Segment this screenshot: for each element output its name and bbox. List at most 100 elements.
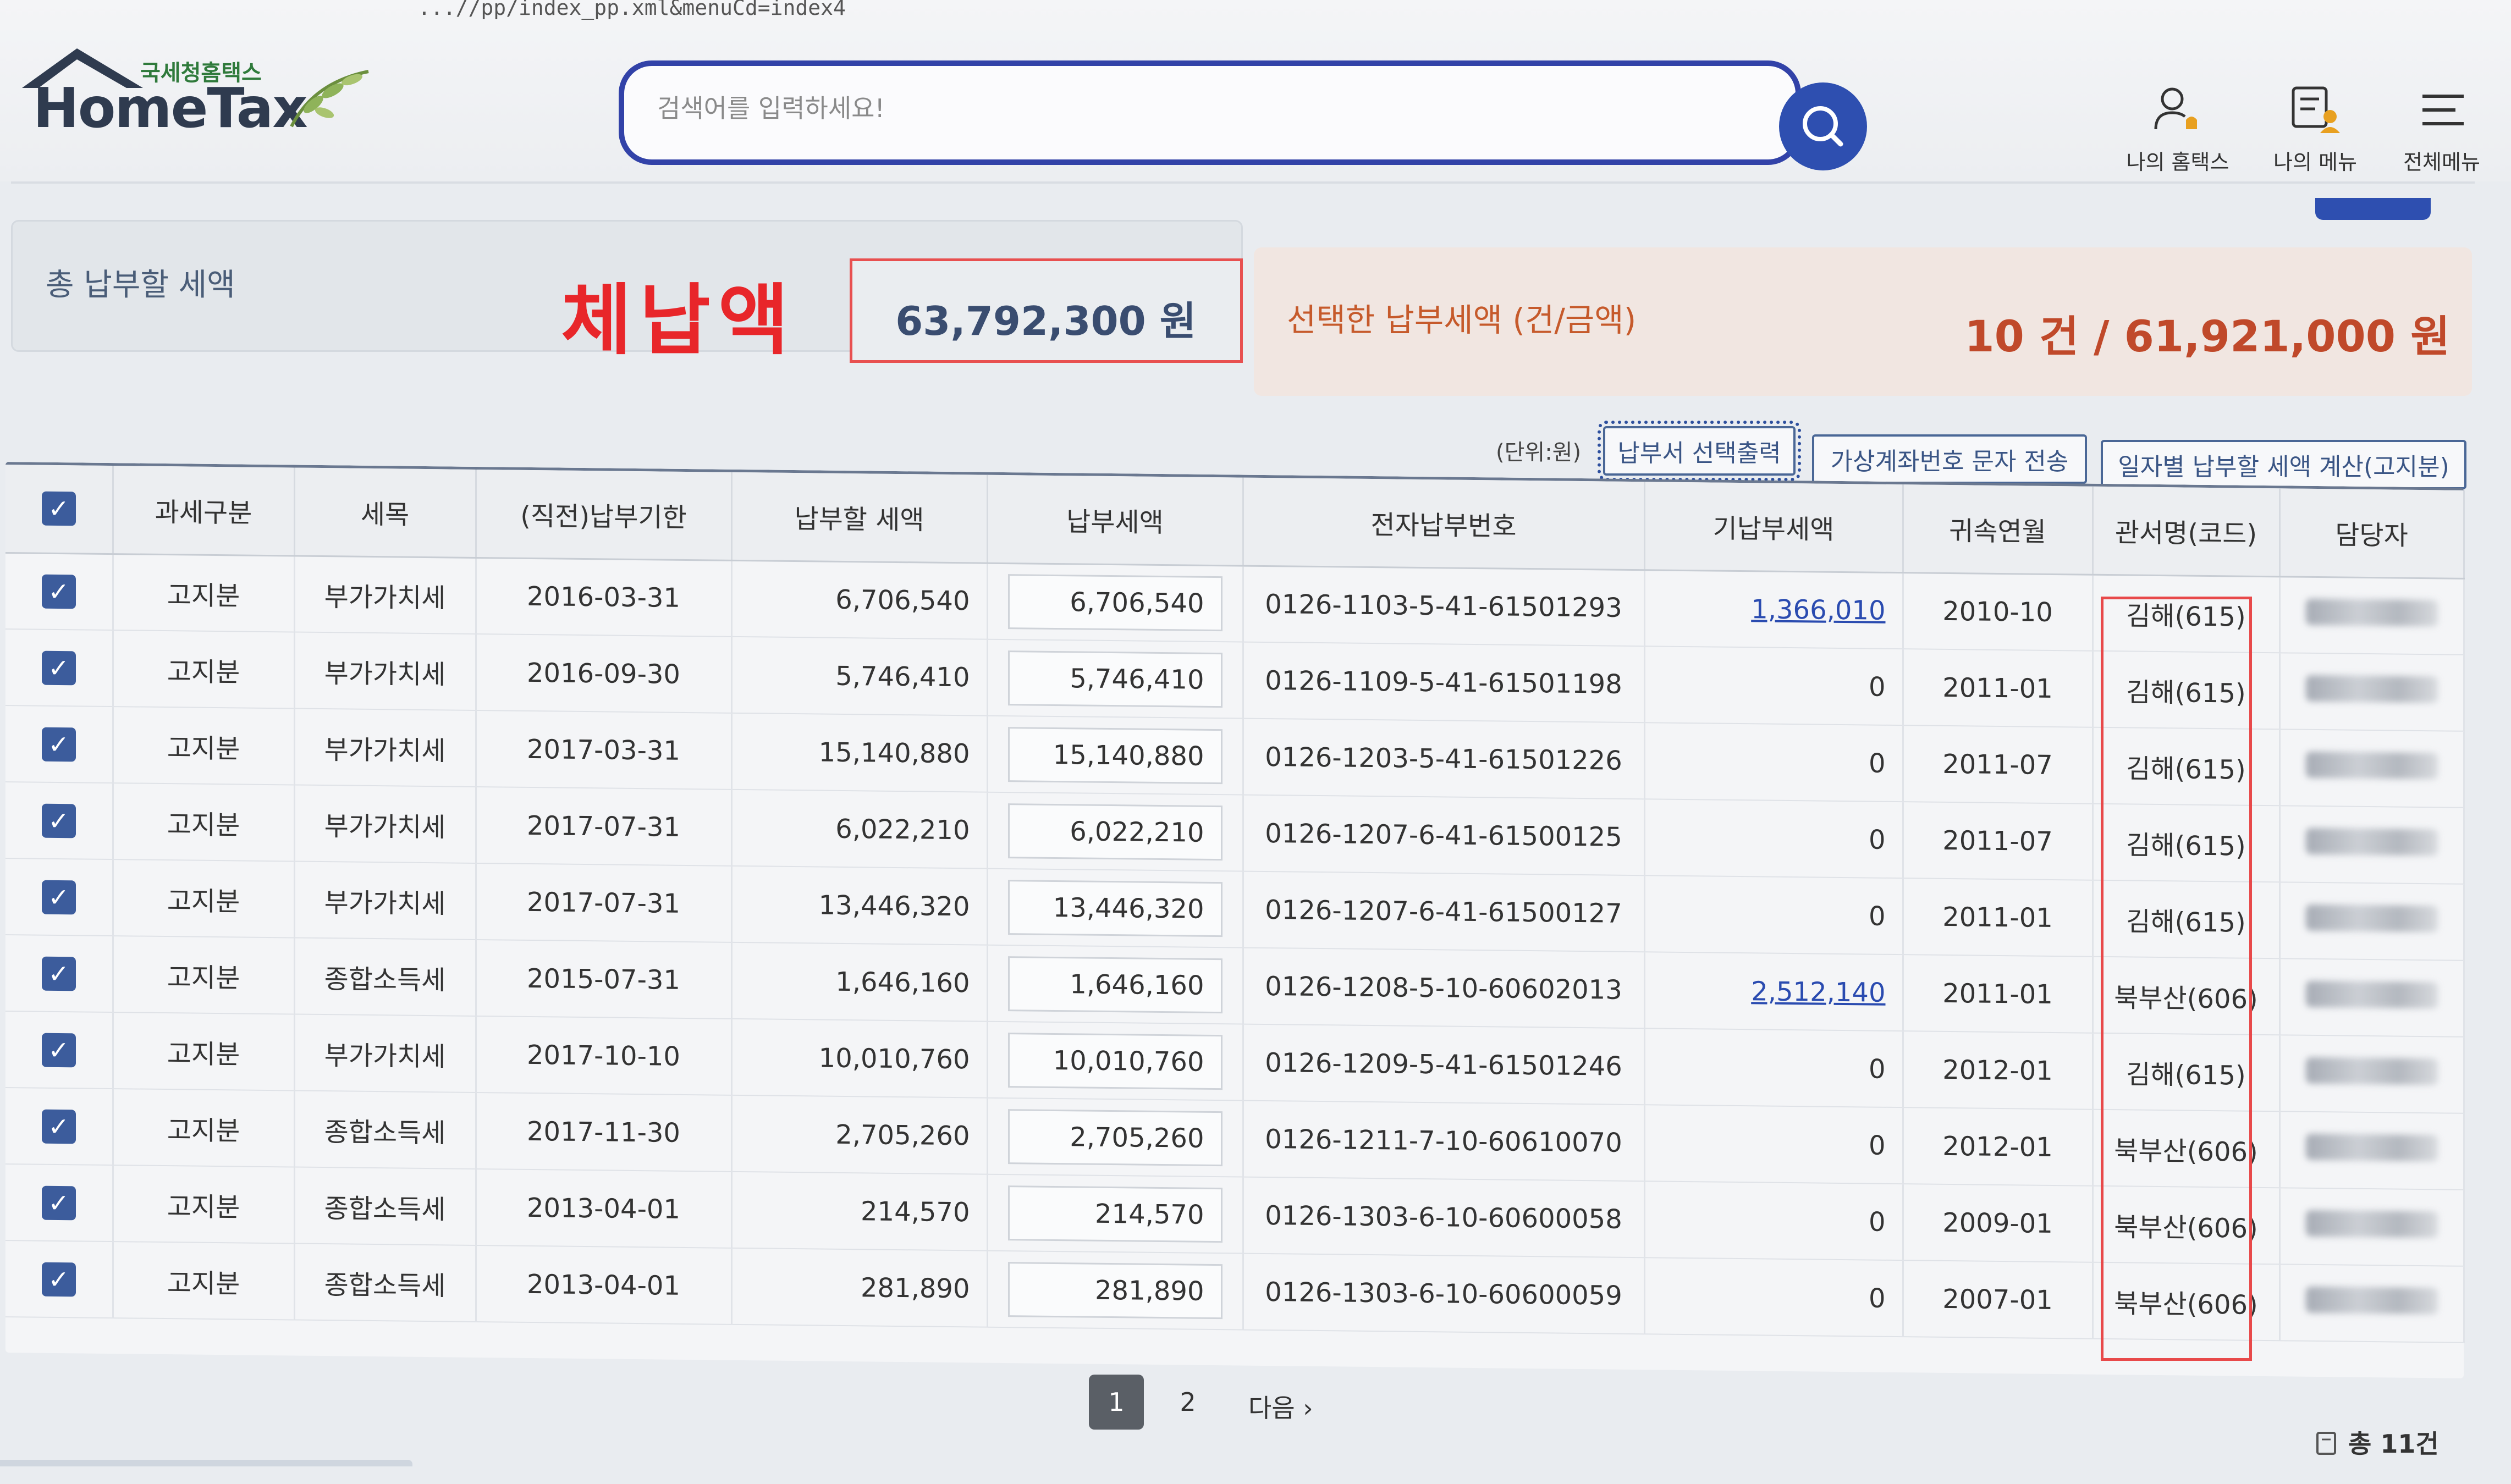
select-all-header[interactable]: ✓: [5, 465, 113, 554]
next-page-link[interactable]: 다음 ›: [1248, 1388, 1313, 1425]
row-checkbox[interactable]: ✓: [41, 1033, 76, 1067]
manager-cell: [2279, 958, 2464, 1037]
redacted-manager-name: [2305, 1133, 2438, 1161]
due-date-cell: 2017-11-30: [476, 1092, 731, 1172]
daily-tax-calc-button[interactable]: 일자별 납부할 세액 계산(고지분): [2101, 440, 2466, 489]
hometax-logo[interactable]: 국세청홈택스 HomeTax: [16, 44, 379, 140]
payment-amount-field[interactable]: 214,570: [1007, 1185, 1223, 1243]
row-checkbox[interactable]: ✓: [41, 727, 76, 762]
row-select-cell[interactable]: ✓: [5, 553, 113, 631]
prepaid-amount: 0: [1868, 747, 1886, 779]
prepaid-amount-link[interactable]: 2,512,140: [1751, 976, 1885, 1008]
redacted-manager-name: [2305, 904, 2438, 932]
redacted-manager-name: [2305, 827, 2438, 856]
payment-amount-cell: 13,446,320: [987, 868, 1243, 948]
payment-amount-field[interactable]: 281,890: [1007, 1261, 1223, 1319]
amount-due-cell: 281,890: [731, 1248, 987, 1327]
menu-label-my-menu: 나의 메뉴: [2273, 150, 2357, 174]
period-cell: 2011-01: [1903, 878, 2092, 957]
payment-amount-cell: 15,140,880: [987, 715, 1243, 795]
payment-amount-cell: 281,890: [987, 1250, 1243, 1330]
period-cell: 2009-01: [1903, 1184, 2092, 1262]
row-select-cell[interactable]: ✓: [5, 1240, 113, 1319]
payment-amount-field[interactable]: 6,022,210: [1007, 803, 1223, 860]
epay-number-cell: 0126-1303-6-10-60600059: [1243, 1253, 1644, 1334]
payment-amount-field[interactable]: 10,010,760: [1007, 1032, 1223, 1090]
all-menu[interactable]: 전체메뉴: [2381, 82, 2502, 175]
bottom-scroll-bar[interactable]: [0, 1460, 412, 1466]
header-active-tab-indicator: [2315, 198, 2431, 220]
row-checkbox[interactable]: ✓: [41, 1262, 76, 1297]
amount-due-cell: 15,140,880: [731, 713, 987, 792]
prepaid-amount: 0: [1868, 900, 1886, 932]
payment-amount-field[interactable]: 1,646,160: [1007, 956, 1223, 1013]
tax-type-cell: 고지분: [113, 554, 294, 632]
row-checkbox[interactable]: ✓: [41, 880, 76, 914]
tax-item-cell: 부가가치세: [294, 555, 476, 634]
col-header: 세목: [294, 467, 476, 558]
print-selected-button[interactable]: 납부서 선택출력: [1598, 421, 1801, 481]
row-select-cell[interactable]: ✓: [5, 858, 113, 936]
tax-item-cell: 종합소득세: [294, 1167, 476, 1245]
my-hometax-menu[interactable]: 나의 홈택스: [2117, 82, 2238, 175]
row-checkbox[interactable]: ✓: [41, 574, 76, 609]
prepaid-cell: 1,366,010: [1644, 570, 1903, 649]
page-button-2[interactable]: 2: [1160, 1375, 1215, 1430]
overdue-amount-box: 63,792,300 원: [850, 258, 1243, 363]
row-select-cell[interactable]: ✓: [5, 1088, 113, 1166]
row-checkbox[interactable]: ✓: [41, 956, 76, 991]
due-date-cell: 2017-07-31: [476, 863, 731, 942]
total-tax-label: 총 납부할 세액: [46, 267, 235, 303]
due-date-cell: 2017-07-31: [476, 786, 731, 866]
payment-amount-field[interactable]: 6,706,540: [1007, 573, 1223, 631]
menu-label-my-hometax: 나의 홈택스: [2126, 150, 2229, 174]
search-input[interactable]: [657, 84, 1702, 133]
payment-amount-field[interactable]: 2,705,260: [1007, 1108, 1223, 1166]
row-select-cell[interactable]: ✓: [5, 705, 113, 784]
row-select-cell[interactable]: ✓: [5, 935, 113, 1013]
amount-due-cell: 10,010,760: [731, 1018, 987, 1098]
overdue-label: 체납액: [561, 276, 797, 366]
office-cell: 김해(615): [2092, 727, 2279, 806]
row-checkbox[interactable]: ✓: [41, 803, 76, 838]
search-button[interactable]: [1779, 82, 1867, 170]
office-cell: 김해(615): [2092, 880, 2279, 959]
prepaid-cell: 0: [1644, 799, 1903, 879]
row-select-cell[interactable]: ✓: [5, 782, 113, 860]
col-header: 납부세액: [987, 475, 1243, 566]
tax-item-cell: 부가가치세: [294, 708, 476, 787]
row-select-cell[interactable]: ✓: [5, 1011, 113, 1089]
row-checkbox[interactable]: ✓: [41, 650, 76, 685]
select-all-checkbox[interactable]: ✓: [41, 491, 76, 526]
page-button-1[interactable]: 1: [1089, 1375, 1144, 1430]
tax-item-cell: 부가가치세: [294, 861, 476, 940]
due-date-cell: 2015-07-31: [476, 939, 731, 1019]
period-cell: 2011-07: [1903, 802, 2092, 880]
period-cell: 2012-01: [1903, 1031, 2092, 1110]
redacted-manager-name: [2305, 1210, 2438, 1238]
office-cell: 북부산(606): [2092, 1262, 2279, 1341]
row-select-cell[interactable]: ✓: [5, 1164, 113, 1242]
leaf-decoration-icon: [290, 70, 369, 128]
document-icon: [2316, 1432, 2336, 1455]
payment-amount-field[interactable]: 5,746,410: [1007, 650, 1223, 708]
col-header: 과세구분: [113, 466, 294, 556]
prepaid-amount-link[interactable]: 1,366,010: [1751, 594, 1885, 626]
manager-cell: [2279, 1188, 2464, 1266]
selected-tax-label: 선택한 납부세액 (건/금액): [1287, 301, 1637, 339]
amount-due-cell: 13,446,320: [731, 865, 987, 945]
send-sms-button[interactable]: 가상계좌번호 문자 전송: [1812, 434, 2087, 484]
row-select-cell[interactable]: ✓: [5, 629, 113, 707]
row-checkbox[interactable]: ✓: [41, 1185, 76, 1220]
search-icon: [1803, 106, 1843, 147]
prepaid-cell: 2,512,140: [1644, 952, 1903, 1031]
payment-amount-field[interactable]: 13,446,320: [1007, 879, 1223, 937]
unit-label: (단위:원): [1496, 440, 1582, 465]
payment-amount-field[interactable]: 15,140,880: [1007, 726, 1223, 784]
header-divider: [11, 181, 2475, 184]
row-checkbox[interactable]: ✓: [41, 1109, 76, 1144]
my-menu[interactable]: 나의 메뉴: [2255, 82, 2376, 175]
selected-tax-panel: 선택한 납부세액 (건/금액) 10 건 / 61,921,000 원: [1254, 247, 2472, 396]
col-header: 전자납부번호: [1243, 477, 1644, 570]
tax-table-container: ✓ 과세구분 세목 (직전)납부기한 납부할 세액 납부세액 전자납부번호 기납…: [5, 462, 2464, 1378]
